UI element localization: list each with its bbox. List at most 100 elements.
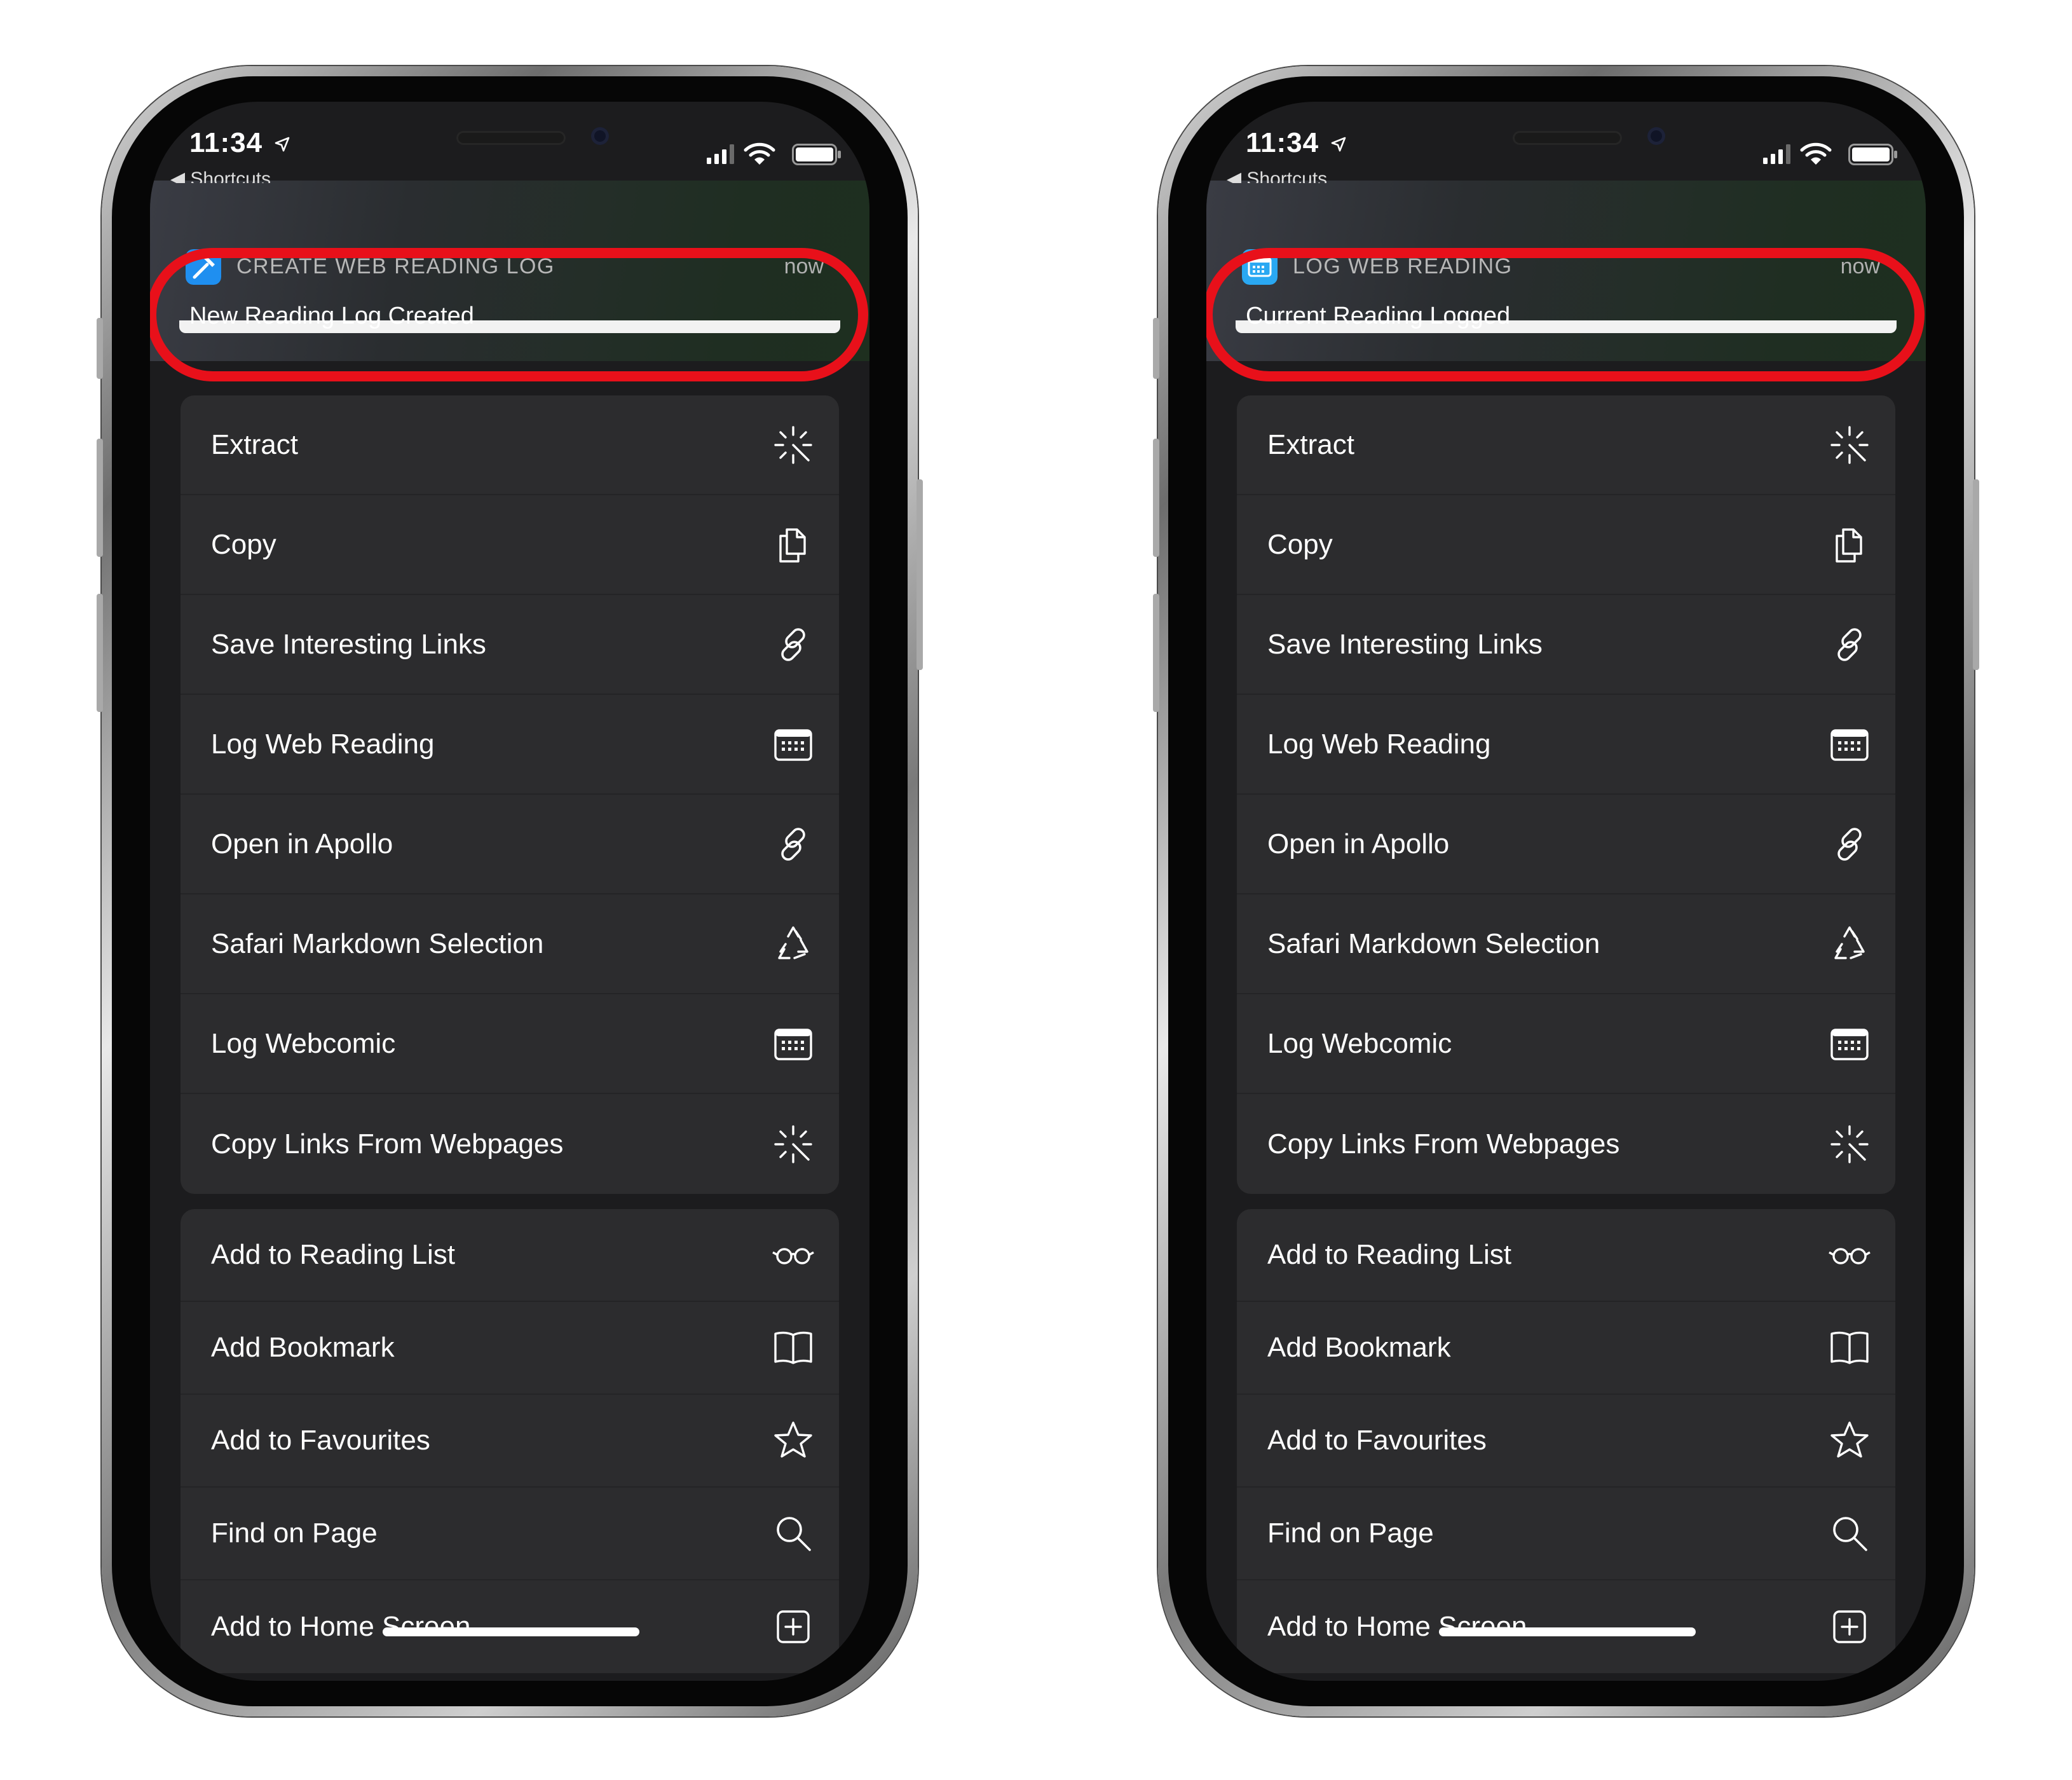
menu-item-safari-markdown-selection[interactable]: Safari Markdown Selection	[181, 894, 839, 994]
menu-item-log-web-reading[interactable]: Log Web Reading	[1237, 695, 1895, 795]
menu-item-extract[interactable]: Extract	[181, 395, 839, 495]
menu-item-add-to-home-screen[interactable]: Add to Home Screen	[181, 1580, 839, 1673]
menu-item-label: Find on Page	[211, 1517, 378, 1549]
menu-item-copy-links-from-webpages[interactable]: Copy Links From Webpages	[1237, 1094, 1895, 1194]
back-label: Shortcuts	[190, 168, 271, 183]
menu-item-open-in-apollo[interactable]: Open in Apollo	[181, 795, 839, 894]
safari-actions-menu-group: Add to Reading List Add Bookmark Add to …	[1237, 1209, 1895, 1673]
location-arrow-icon	[1332, 137, 1346, 152]
menu-item-label: Add Bookmark	[211, 1332, 395, 1363]
menu-item-label: Extract	[1267, 428, 1354, 460]
back-to-app[interactable]: ◀ Shortcuts	[170, 168, 271, 183]
magic-wand-icon	[1830, 1125, 1869, 1163]
search-icon	[1833, 1517, 1867, 1551]
wifi-icon	[1800, 142, 1832, 165]
front-camera	[1647, 127, 1665, 145]
menu-item-log-webcomic[interactable]: Log Webcomic	[181, 994, 839, 1094]
menu-item-label: Log Web Reading	[211, 728, 435, 760]
menu-item-label: Log Webcomic	[1267, 1027, 1452, 1059]
book-icon	[774, 1331, 812, 1364]
plus-square-icon	[1833, 1610, 1866, 1643]
highlight-annotation	[1206, 248, 1925, 381]
home-indicator[interactable]	[1439, 1627, 1696, 1636]
mute-switch	[1153, 318, 1159, 379]
menu-item-label: Add to Home Screen	[1267, 1611, 1527, 1642]
phone-right: 11:34 ◀ Shortcuts LOG WEB READING now Cu…	[1153, 66, 1979, 1716]
star-icon	[1830, 1421, 1869, 1458]
recycle-icon	[1834, 926, 1865, 959]
screen: 11:34 ◀ Shortcuts	[150, 102, 869, 1681]
shortcuts-menu-group: Extract Copy Save Interesting Links Log …	[181, 395, 839, 1194]
menu-item-label: Open in Apollo	[1267, 828, 1450, 859]
back-label: Shortcuts	[1246, 168, 1328, 183]
menu-item-label: Log Web Reading	[1267, 728, 1491, 760]
volume-down-button	[97, 594, 103, 712]
menu-item-save-interesting-links[interactable]: Save Interesting Links	[1237, 595, 1895, 695]
home-indicator[interactable]	[383, 1627, 639, 1636]
menu-item-open-in-apollo[interactable]: Open in Apollo	[1237, 795, 1895, 894]
menu-item-label: Add to Favourites	[1267, 1425, 1487, 1456]
glasses-icon	[772, 1248, 814, 1264]
copy-icon	[779, 528, 806, 563]
volume-down-button	[1153, 594, 1159, 712]
recycle-icon	[778, 926, 808, 959]
menu-item-add-to-favourites[interactable]: Add to Favourites	[1237, 1395, 1895, 1488]
menu-item-safari-markdown-selection[interactable]: Safari Markdown Selection	[1237, 894, 1895, 994]
menu-item-copy-links-from-webpages[interactable]: Copy Links From Webpages	[181, 1094, 839, 1194]
battery-icon	[1848, 144, 1897, 165]
menu-item-find-on-page[interactable]: Find on Page	[1237, 1488, 1895, 1580]
link-icon	[1837, 627, 1862, 661]
battery-icon	[792, 144, 841, 165]
side-button	[1973, 479, 1979, 670]
magic-wand-icon	[774, 1125, 812, 1163]
link-icon	[1837, 827, 1862, 861]
volume-up-button	[97, 439, 103, 557]
menu-item-label: Extract	[211, 428, 298, 460]
menu-item-label: Save Interesting Links	[211, 628, 486, 660]
menu-item-label: Safari Markdown Selection	[1267, 928, 1600, 959]
menu-item-label: Find on Page	[1267, 1517, 1434, 1549]
glasses-icon	[1829, 1248, 1871, 1264]
menu-item-label: Safari Markdown Selection	[211, 928, 544, 959]
side-button	[917, 479, 923, 670]
menu-item-add-bookmark[interactable]: Add Bookmark	[181, 1302, 839, 1395]
menu-item-label: Add Bookmark	[1267, 1332, 1451, 1363]
menu-item-label: Add to Reading List	[1267, 1239, 1512, 1270]
back-to-app[interactable]: ◀ Shortcuts	[1227, 168, 1327, 183]
calendar-icon	[1830, 729, 1869, 761]
star-icon	[774, 1421, 812, 1458]
cellular-signal-icon	[707, 144, 734, 164]
menu-item-label: Save Interesting Links	[1267, 628, 1543, 660]
menu-item-label: Log Webcomic	[211, 1027, 396, 1059]
shortcuts-menu-group: Extract Copy Save Interesting Links Log …	[1237, 395, 1895, 1194]
menu-item-add-to-favourites[interactable]: Add to Favourites	[181, 1395, 839, 1488]
book-icon	[1830, 1331, 1869, 1364]
menu-item-copy[interactable]: Copy	[181, 495, 839, 595]
menu-item-label: Add to Reading List	[211, 1239, 456, 1270]
wifi-icon	[744, 142, 775, 165]
menu-item-add-to-home-screen[interactable]: Add to Home Screen	[1237, 1580, 1895, 1673]
magic-wand-icon	[1830, 425, 1869, 464]
magic-wand-icon	[774, 425, 812, 464]
calendar-icon	[774, 729, 812, 761]
volume-up-button	[1153, 439, 1159, 557]
phone-left: 11:34 ◀ Shortcuts CREATE WEB READING LOG…	[97, 66, 923, 1716]
menu-item-add-bookmark[interactable]: Add Bookmark	[1237, 1302, 1895, 1395]
highlight-annotation	[150, 248, 868, 381]
menu-item-save-interesting-links[interactable]: Save Interesting Links	[181, 595, 839, 695]
menu-item-copy[interactable]: Copy	[1237, 495, 1895, 595]
speaker-grille	[456, 131, 566, 145]
menu-item-add-to-reading-list[interactable]: Add to Reading List	[1237, 1209, 1895, 1302]
menu-item-label: Copy Links From Webpages	[211, 1128, 564, 1160]
front-camera	[591, 127, 609, 145]
calendar-icon	[774, 1028, 812, 1060]
menu-item-log-web-reading[interactable]: Log Web Reading	[181, 695, 839, 795]
menu-item-extract[interactable]: Extract	[1237, 395, 1895, 495]
status-time: 11:34	[1246, 127, 1346, 159]
menu-item-find-on-page[interactable]: Find on Page	[181, 1488, 839, 1580]
menu-item-log-webcomic[interactable]: Log Webcomic	[1237, 994, 1895, 1094]
menu-item-label: Copy Links From Webpages	[1267, 1128, 1620, 1160]
link-icon	[781, 627, 805, 661]
menu-item-add-to-reading-list[interactable]: Add to Reading List	[181, 1209, 839, 1302]
search-icon	[777, 1517, 811, 1551]
